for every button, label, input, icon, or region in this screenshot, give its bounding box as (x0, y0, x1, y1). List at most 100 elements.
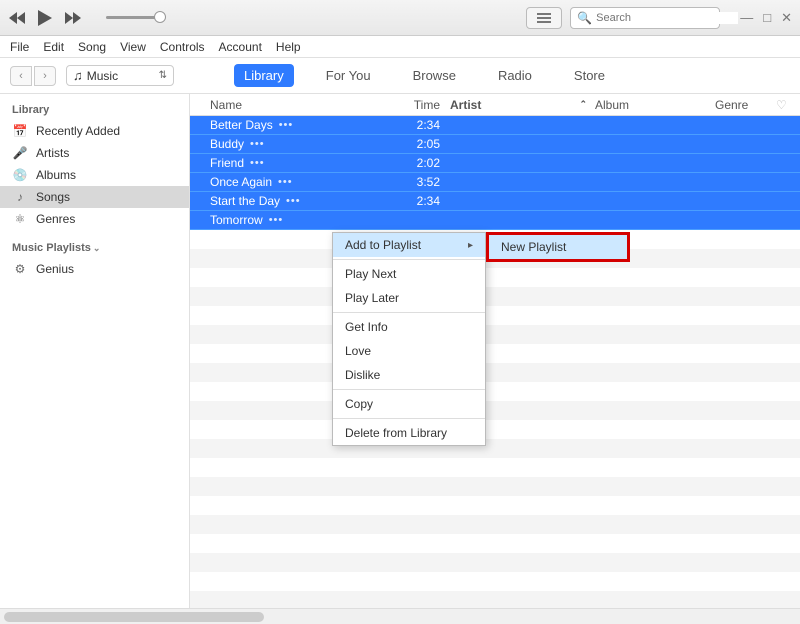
song-name: Once Again (210, 175, 272, 189)
menu-bar: File Edit Song View Controls Account Hel… (0, 36, 800, 58)
sidebar-item-genius[interactable]: ⚙Genius (0, 258, 189, 280)
sidebar-item-songs[interactable]: ♪Songs (0, 186, 189, 208)
ctx-get-info[interactable]: Get Info (333, 315, 485, 339)
media-picker-label: Music (87, 69, 118, 83)
sidebar-item-recently-added[interactable]: 📅 Recently Added (0, 120, 189, 142)
song-time: 2:05 (400, 137, 450, 151)
menu-edit[interactable]: Edit (43, 40, 64, 54)
horizontal-scrollbar[interactable] (0, 608, 800, 624)
song-time: 2:34 (400, 118, 450, 132)
submenu-new-playlist[interactable]: New Playlist (486, 232, 630, 262)
sort-asc-icon: ⌃ (579, 99, 587, 110)
search-icon: 🔍 (577, 11, 592, 25)
chevron-down-icon[interactable]: ⌄ (93, 243, 101, 253)
volume-slider[interactable] (106, 16, 166, 19)
recent-icon: 📅 (12, 124, 28, 138)
search-field[interactable]: 🔍 (570, 7, 720, 29)
ctx-play-later[interactable]: Play Later (333, 286, 485, 310)
back-button[interactable]: ‹ (10, 66, 32, 86)
sidebar-header-library: Library (0, 100, 189, 120)
song-name: Better Days (210, 118, 273, 132)
column-time[interactable]: Time (400, 98, 450, 112)
column-header-row: Name Time Artist ⌃ Album Genre ♡ (190, 94, 800, 116)
menu-account[interactable]: Account (219, 40, 262, 54)
ctx-dislike[interactable]: Dislike (333, 363, 485, 387)
rows-container: Better Days•••2:34 Buddy•••2:05 Friend••… (190, 116, 800, 608)
genius-icon: ⚙ (12, 262, 28, 276)
ctx-separator (333, 259, 485, 260)
artists-icon: 🎤 (12, 146, 28, 160)
column-genre[interactable]: Genre (715, 98, 776, 112)
sidebar-item-genres[interactable]: ⚛Genres (0, 208, 189, 230)
prev-button[interactable] (8, 9, 26, 27)
ctx-add-to-playlist[interactable]: Add to Playlist▸ (333, 233, 485, 257)
tab-radio[interactable]: Radio (488, 64, 542, 87)
sidebar-item-albums[interactable]: 💿 Albums (0, 164, 189, 186)
music-icon: ♫ (73, 68, 83, 83)
table-row[interactable]: Buddy•••2:05 (190, 135, 800, 154)
sidebar-item-label: Genres (36, 212, 75, 226)
ctx-play-next[interactable]: Play Next (333, 262, 485, 286)
tab-library[interactable]: Library (234, 64, 294, 87)
table-row[interactable]: Once Again ••• 3:52 (190, 173, 800, 192)
more-icon[interactable]: ••• (278, 176, 293, 188)
playback-controls (8, 9, 166, 27)
table-row[interactable]: Friend•••2:02 (190, 154, 800, 173)
song-name: Tomorrow (210, 213, 263, 227)
forward-button[interactable]: › (34, 66, 56, 86)
sidebar-item-label: Albums (36, 168, 76, 182)
tab-store[interactable]: Store (564, 64, 615, 87)
chevron-updown-icon: ⇅ (159, 70, 167, 81)
songs-icon: ♪ (12, 190, 28, 204)
scrollbar-thumb[interactable] (4, 612, 264, 622)
song-name: Start the Day (210, 194, 280, 208)
main-tabs: Library For You Browse Radio Store (234, 64, 615, 87)
close-button[interactable]: ✕ (781, 10, 792, 26)
menu-song[interactable]: Song (78, 40, 106, 54)
more-icon[interactable]: ••• (250, 157, 265, 169)
ctx-separator (333, 389, 485, 390)
minimize-button[interactable]: — (740, 10, 753, 26)
nav-row: ‹ › ♫ Music ⇅ Library For You Browse Rad… (0, 58, 800, 94)
ctx-love[interactable]: Love (333, 339, 485, 363)
sidebar: Library 📅 Recently Added 🎤Artists 💿 Albums… (0, 94, 190, 608)
table-row[interactable]: Better Days ••• 2:34 (190, 116, 800, 135)
tab-for-you[interactable]: For You (316, 64, 381, 87)
ctx-delete-from-library[interactable]: Delete from Library (333, 421, 485, 445)
context-menu: Add to Playlist▸ Play Next Play Later Ge… (332, 232, 486, 446)
column-album[interactable]: Album (595, 98, 715, 112)
search-input[interactable] (596, 12, 738, 24)
albums-icon: 💿 (12, 168, 28, 182)
list-view-button[interactable] (526, 7, 562, 29)
sidebar-item-label: Recently Added (36, 124, 120, 138)
sidebar-header-playlists: Music Playlists⌄ (0, 238, 189, 258)
chevron-right-icon: ▸ (468, 240, 473, 251)
column-heart[interactable]: ♡ (776, 98, 800, 112)
more-icon[interactable]: ••• (250, 138, 265, 150)
table-row[interactable]: Start the Day•••2:34 (190, 192, 800, 211)
right-controls: 🔍 — □ ✕ (526, 7, 792, 29)
song-time: 3:52 (400, 175, 450, 189)
tab-browse[interactable]: Browse (403, 64, 466, 87)
more-icon[interactable]: ••• (269, 214, 284, 226)
history-nav: ‹ › (10, 66, 56, 86)
ctx-copy[interactable]: Copy (333, 392, 485, 416)
next-button[interactable] (64, 9, 82, 27)
sidebar-item-artists[interactable]: 🎤Artists (0, 142, 189, 164)
table-row[interactable]: Tomorrow ••• (190, 211, 800, 230)
more-icon[interactable]: ••• (279, 119, 294, 131)
menu-file[interactable]: File (10, 40, 29, 54)
menu-view[interactable]: View (120, 40, 146, 54)
more-icon[interactable]: ••• (286, 195, 301, 207)
ctx-separator (333, 312, 485, 313)
play-button[interactable] (36, 9, 54, 27)
menu-help[interactable]: Help (276, 40, 301, 54)
column-artist-label: Artist (450, 98, 481, 112)
song-time: 2:02 (400, 156, 450, 170)
submenu-label: New Playlist (501, 240, 566, 254)
maximize-button[interactable]: □ (763, 10, 771, 26)
column-artist[interactable]: Artist ⌃ (450, 98, 595, 112)
column-name[interactable]: Name (190, 98, 400, 112)
menu-controls[interactable]: Controls (160, 40, 205, 54)
media-picker[interactable]: ♫ Music ⇅ (66, 65, 174, 86)
